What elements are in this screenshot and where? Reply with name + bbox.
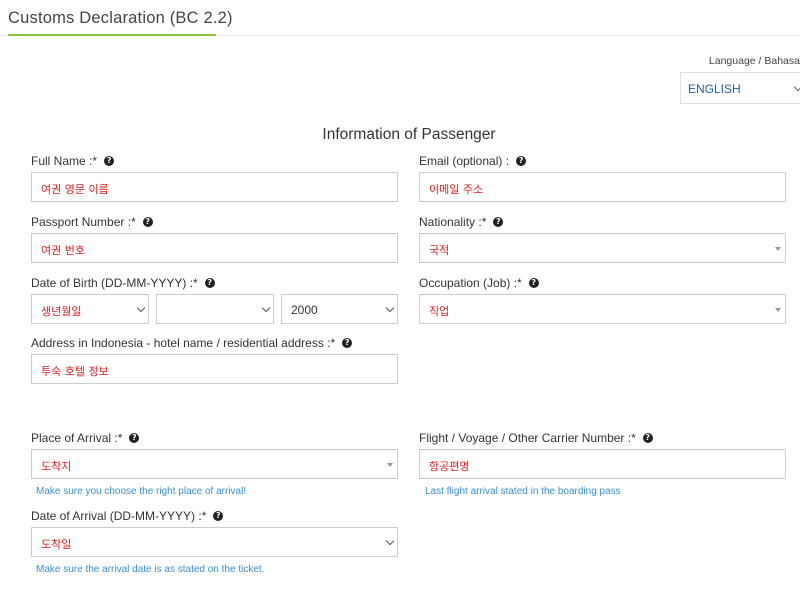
passport-field[interactable]: 여권 번호	[31, 233, 398, 263]
arrival-date-select[interactable]: 도착일	[31, 527, 398, 557]
help-icon[interactable]: ?	[129, 433, 140, 443]
dob-label: Date of Birth (DD-MM-YYYY) :* ?	[31, 276, 215, 290]
caret-down-icon	[387, 463, 393, 467]
arrival-date-hint: Make sure the arrival date is as stated …	[36, 564, 265, 575]
address-label: Address in Indonesia - hotel name / resi…	[31, 336, 353, 350]
arrival-date-value: 도착일	[41, 538, 72, 551]
section-title: Information of Passenger	[322, 126, 496, 143]
title-underline	[8, 34, 216, 36]
email-value: 이메일 주소	[429, 183, 484, 196]
arrival-place-label: Place of Arrival :* ?	[31, 431, 140, 445]
chevron-down-icon	[385, 536, 395, 546]
arrival-place-label-text: Place of Arrival :*	[31, 431, 123, 445]
help-icon[interactable]: ?	[642, 433, 653, 443]
occupation-select[interactable]: 직업	[419, 294, 786, 324]
dob-label-text: Date of Birth (DD-MM-YYYY) :*	[31, 276, 198, 290]
nationality-select[interactable]: 국적	[419, 233, 786, 263]
help-icon[interactable]: ?	[516, 156, 527, 166]
email-label: Email (optional) : ?	[419, 154, 527, 168]
caret-down-icon	[775, 308, 781, 312]
help-icon[interactable]: ?	[204, 278, 215, 288]
nationality-label: Nationality :* ?	[419, 215, 504, 229]
address-label-text: Address in Indonesia - hotel name / resi…	[31, 336, 336, 350]
email-field[interactable]: 이메일 주소	[419, 172, 786, 202]
flight-field[interactable]: 항공편명	[419, 449, 786, 479]
arrival-date-label-text: Date of Arrival (DD-MM-YYYY) :*	[31, 509, 207, 523]
chevron-down-icon	[261, 303, 271, 313]
occupation-label-text: Occupation (Job) :*	[419, 276, 522, 290]
address-field[interactable]: 투숙 호텔 정보	[31, 354, 398, 384]
occupation-value: 직업	[429, 305, 450, 318]
help-icon[interactable]: ?	[342, 338, 353, 348]
full-name-field[interactable]: 여권 영문 이름	[31, 172, 398, 202]
flight-label-text: Flight / Voyage / Other Carrier Number :…	[419, 431, 636, 445]
chevron-down-icon	[385, 303, 395, 313]
arrival-place-select[interactable]: 도착지	[31, 449, 398, 479]
help-icon[interactable]: ?	[104, 156, 115, 166]
language-selected-value: ENGLISH	[688, 82, 741, 96]
help-icon[interactable]: ?	[528, 278, 539, 288]
help-icon[interactable]: ?	[493, 217, 504, 227]
dob-month-select[interactable]	[156, 294, 274, 324]
dob-day-value: 생년월일	[41, 305, 82, 318]
full-name-label: Full Name :* ?	[31, 154, 115, 168]
full-name-value: 여권 영문 이름	[41, 183, 109, 196]
full-name-label-text: Full Name :*	[31, 154, 98, 168]
occupation-label: Occupation (Job) :* ?	[419, 276, 539, 290]
nationality-label-text: Nationality :*	[419, 215, 487, 229]
dob-day-select[interactable]: 생년월일	[31, 294, 149, 324]
language-select[interactable]: ENGLISH	[680, 72, 800, 104]
arrival-date-label: Date of Arrival (DD-MM-YYYY) :* ?	[31, 509, 224, 523]
caret-down-icon	[775, 247, 781, 251]
flight-label: Flight / Voyage / Other Carrier Number :…	[419, 431, 653, 445]
flight-hint: Last flight arrival stated in the boardi…	[425, 486, 621, 497]
dob-year-select[interactable]: 2000	[281, 294, 398, 324]
dob-year-value: 2000	[291, 303, 318, 317]
address-value: 투숙 호텔 정보	[41, 365, 109, 378]
page-title: Customs Declaration (BC 2.2)	[8, 9, 233, 27]
flight-value: 항공편명	[429, 460, 470, 473]
arrival-place-hint: Make sure you choose the right place of …	[36, 486, 247, 497]
passport-label: Passport Number :* ?	[31, 215, 153, 229]
nationality-value: 국적	[429, 244, 450, 257]
passport-label-text: Passport Number :*	[31, 215, 136, 229]
help-icon[interactable]: ?	[142, 217, 153, 227]
arrival-place-value: 도착지	[41, 460, 72, 473]
page-header: Customs Declaration (BC 2.2)	[0, 0, 800, 36]
chevron-down-icon	[136, 303, 146, 313]
passport-value: 여권 번호	[41, 244, 85, 257]
language-label: Language / Bahasa	[708, 55, 800, 67]
help-icon[interactable]: ?	[213, 511, 224, 521]
email-label-text: Email (optional) :	[419, 154, 510, 168]
